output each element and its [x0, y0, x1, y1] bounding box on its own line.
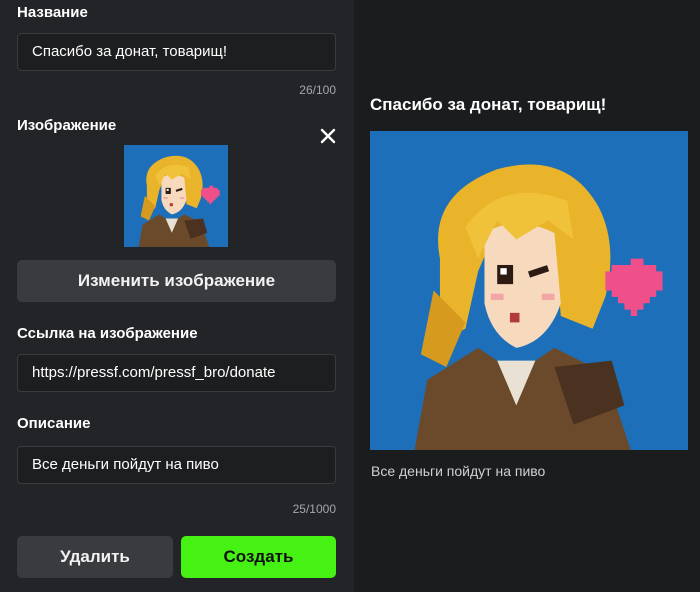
preview-image — [370, 131, 688, 450]
image-link-input[interactable]: https://pressf.com/pressf_bro/donate — [17, 354, 336, 392]
change-image-button[interactable]: Изменить изображение — [17, 260, 336, 302]
remove-image-button[interactable] — [318, 126, 338, 146]
donation-preview-panel: Спасибо за донат, товарищ! Все деньги по… — [354, 0, 700, 592]
description-char-counter: 25/1000 — [292, 502, 336, 516]
description-input[interactable]: Все деньги пойдут на пиво — [17, 446, 336, 484]
image-thumbnail — [124, 145, 228, 247]
name-label: Название — [17, 4, 88, 21]
create-button[interactable]: Создать — [181, 536, 336, 578]
name-input[interactable]: Спасибо за донат, товарищ! — [17, 33, 336, 71]
donation-form-panel: Название Спасибо за донат, товарищ! 26/1… — [0, 0, 354, 592]
name-char-counter: 26/100 — [299, 83, 336, 97]
preview-title: Спасибо за донат, товарищ! — [370, 95, 607, 114]
description-label: Описание — [17, 415, 91, 432]
image-label: Изображение — [17, 117, 117, 134]
delete-button[interactable]: Удалить — [17, 536, 173, 578]
preview-description: Все деньги пойдут на пиво — [371, 463, 546, 479]
close-icon — [320, 128, 336, 144]
image-link-label: Ссылка на изображение — [17, 325, 198, 342]
